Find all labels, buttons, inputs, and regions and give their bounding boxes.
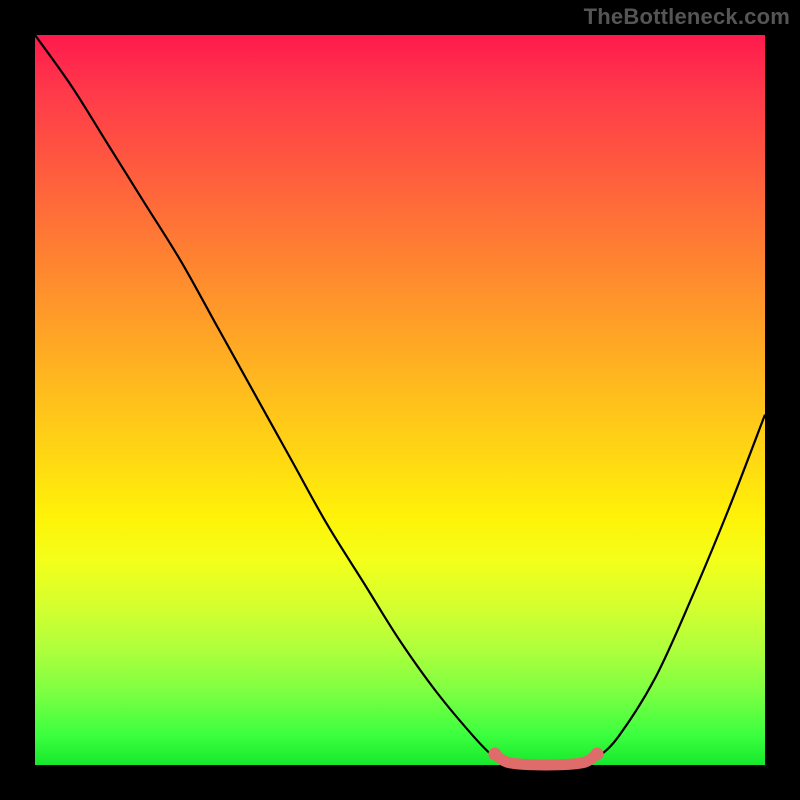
valley-start-dot [488,748,501,761]
plot-area [35,35,765,765]
valley-highlight [495,754,597,765]
valley-end-dot [591,748,604,761]
bottleneck-curve [35,35,765,766]
attribution-label: TheBottleneck.com [584,4,790,30]
chart-frame: TheBottleneck.com [0,0,800,800]
curve-svg [35,35,765,765]
